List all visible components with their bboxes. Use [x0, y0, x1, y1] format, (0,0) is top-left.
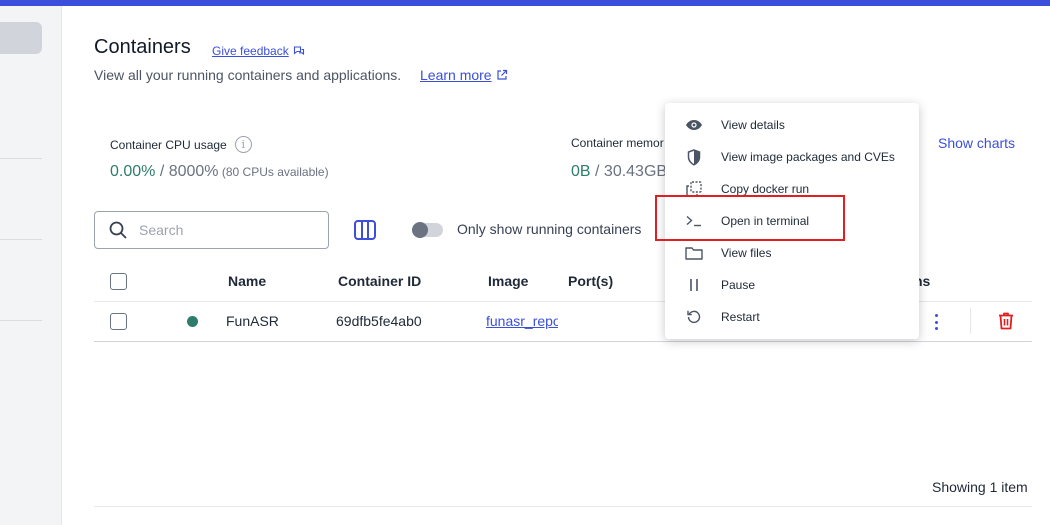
page-subtitle: View all your running containers and app… [94, 67, 402, 83]
image-link[interactable]: funasr_repo [486, 313, 558, 329]
cpu-count-note: (80 CPUs available) [218, 165, 329, 179]
menu-item-label: Pause [721, 278, 756, 292]
give-feedback-label: Give feedback [212, 44, 289, 58]
memory-usage-label: Container memor [571, 136, 664, 150]
memory-usage-value: 0B / 30.43GB [571, 163, 667, 181]
menu-item-label: Copy docker run [721, 182, 810, 196]
folder-icon [685, 244, 703, 262]
container-id: 69dfb5fe4ab0 [336, 313, 422, 329]
sidebar-divider [0, 239, 42, 240]
eye-icon [685, 116, 703, 134]
terminal-icon [685, 212, 703, 230]
running-only-toggle[interactable] [412, 222, 443, 238]
memory-used: 0B [571, 163, 591, 180]
restart-icon [685, 308, 703, 326]
footer-divider [94, 506, 1032, 507]
sidebar-item-active[interactable] [0, 22, 42, 54]
search-box[interactable] [94, 211, 329, 249]
top-accent-bar [0, 0, 1050, 6]
cpu-usage-label-text: Container CPU usage [110, 137, 227, 152]
menu-item-copy-docker-run[interactable]: Copy docker run [665, 173, 919, 205]
running-only-label: Only show running containers [457, 221, 642, 237]
menu-item-pause[interactable]: Pause [665, 269, 919, 301]
column-header-name[interactable]: Name [228, 273, 266, 289]
cpu-usage-total: / 8000% [155, 163, 219, 180]
status-running-dot [187, 316, 198, 327]
menu-item-label: View details [721, 118, 785, 132]
column-header-container-id[interactable]: Container ID [338, 273, 421, 289]
menu-item-open-in-terminal[interactable]: Open in terminal [665, 205, 919, 237]
menu-item-label: Open in terminal [721, 214, 810, 228]
container-name: FunASR [226, 313, 279, 329]
menu-item-label: Restart [721, 310, 760, 324]
info-icon[interactable]: i [234, 136, 252, 153]
pause-icon [685, 276, 703, 294]
actions-divider [970, 308, 971, 334]
cpu-usage-label: Container CPU usage i [110, 136, 252, 153]
cpu-usage-value: 0.00% / 8000% (80 CPUs available) [110, 163, 329, 181]
item-count: Showing 1 item [932, 479, 1028, 495]
column-header-image[interactable]: Image [488, 273, 528, 289]
row-checkbox[interactable] [110, 313, 127, 330]
menu-item-restart[interactable]: Restart [665, 301, 919, 333]
columns-icon[interactable] [353, 219, 377, 241]
sidebar-divider [0, 320, 42, 321]
sidebar-divider [0, 158, 42, 159]
menu-item-view-files[interactable]: View files [665, 237, 919, 269]
feedback-icon [293, 46, 304, 56]
more-actions-icon[interactable] [930, 312, 942, 332]
external-link-icon [496, 69, 507, 80]
page-title: Containers [94, 36, 191, 58]
memory-total: / 30.43GB [590, 163, 668, 180]
trash-icon[interactable] [997, 311, 1015, 331]
shield-icon [685, 148, 703, 166]
search-icon [109, 221, 127, 239]
menu-item-view-details[interactable]: View details [665, 109, 919, 141]
menu-item-view-image-packages[interactable]: View image packages and CVEs [665, 141, 919, 173]
sidebar [0, 6, 62, 525]
search-input[interactable] [139, 222, 309, 238]
toggle-knob [412, 222, 428, 238]
menu-item-label: View image packages and CVEs [721, 150, 895, 164]
cpu-usage-percent: 0.00% [110, 163, 156, 180]
show-charts-button[interactable]: Show charts [938, 135, 1015, 151]
learn-more-label: Learn more [420, 67, 492, 83]
select-all-checkbox[interactable] [110, 273, 127, 290]
column-header-ports[interactable]: Port(s) [568, 273, 613, 289]
context-menu: View details View image packages and CVE… [665, 103, 919, 339]
learn-more-link[interactable]: Learn more [420, 67, 508, 83]
give-feedback-link[interactable]: Give feedback [212, 44, 305, 58]
menu-item-label: View files [721, 246, 772, 260]
copy-icon [685, 180, 703, 198]
